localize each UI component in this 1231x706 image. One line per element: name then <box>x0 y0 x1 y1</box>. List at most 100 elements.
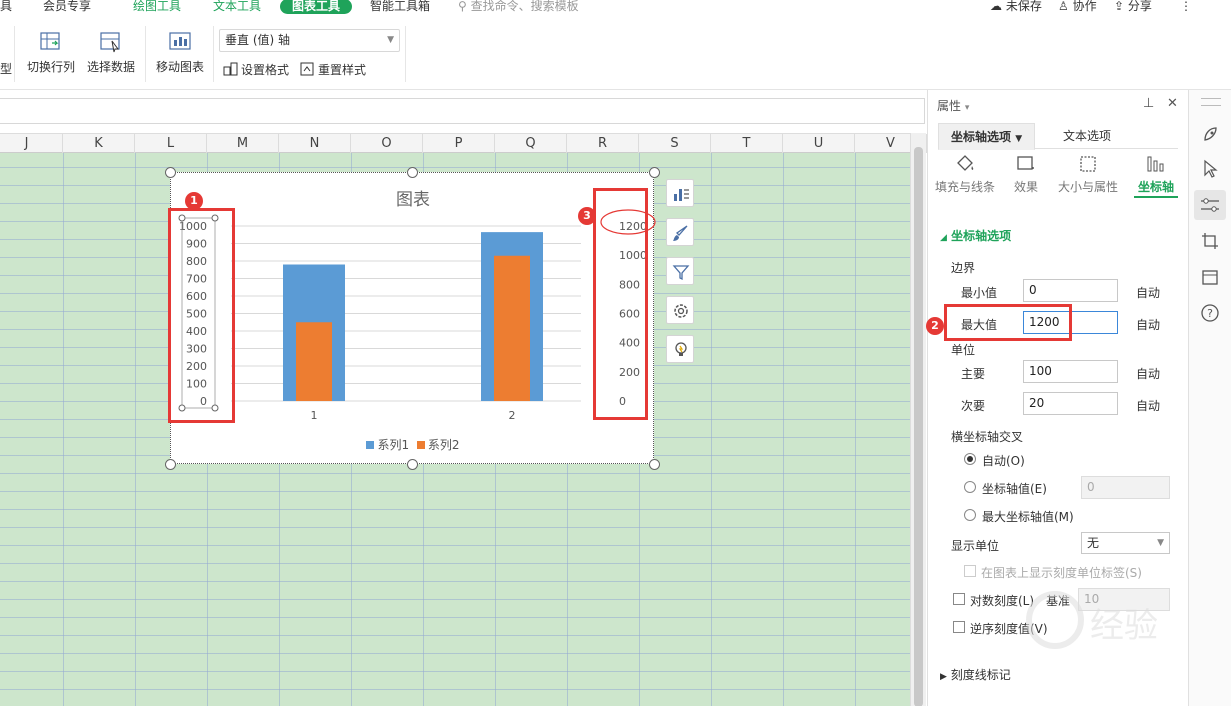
cross-value-radio[interactable] <box>964 481 976 493</box>
help-icon[interactable]: ? <box>1199 302 1221 324</box>
display-unit-select[interactable]: 无 ▼ <box>1081 532 1170 554</box>
collab-button[interactable]: ♙ 协作 <box>1058 0 1097 14</box>
sliders-icon <box>1201 198 1219 212</box>
collapse-triangle-icon: ◢ <box>940 233 947 243</box>
share-label: 分享 <box>1127 0 1152 13</box>
major-auto-button[interactable]: 自动 <box>1136 365 1160 382</box>
rocket-icon[interactable] <box>1199 124 1221 146</box>
column-header-cell[interactable]: R <box>567 134 639 153</box>
category-size-properties-label: 大小与属性 <box>1057 180 1118 194</box>
crop-icon[interactable] <box>1199 230 1221 252</box>
set-format-button[interactable]: 设置格式 <box>223 61 289 78</box>
move-chart-button[interactable]: 移动图表 <box>156 30 204 75</box>
cross-max-label[interactable]: 最大坐标轴值(M) <box>982 508 1074 525</box>
menu-tools[interactable]: 具 <box>0 0 12 14</box>
close-icon[interactable]: ✕ <box>1167 96 1178 111</box>
divider <box>213 26 214 82</box>
category-label: 2 <box>509 409 516 422</box>
minor-auto-button[interactable]: 自动 <box>1136 397 1160 414</box>
menu-member[interactable]: 会员专享 <box>43 0 91 14</box>
column-header-cell[interactable]: U <box>783 134 855 153</box>
vertical-scrollbar[interactable] <box>910 133 926 706</box>
switch-row-col-button[interactable]: 切换行列 <box>27 30 75 75</box>
display-unit-value: 无 <box>1087 536 1100 550</box>
unsaved-label: 未保存 <box>1005 0 1042 13</box>
cross-value-label[interactable]: 坐标轴值(E) <box>982 480 1047 497</box>
cross-max-radio[interactable] <box>964 509 976 521</box>
section-axis-options[interactable]: ◢ 坐标轴选项 <box>940 227 1011 244</box>
column-header-cell[interactable]: L <box>135 134 207 153</box>
menu-text-tools[interactable]: 文本工具 <box>213 0 261 14</box>
resize-handle[interactable] <box>407 459 418 470</box>
resize-handle[interactable] <box>165 459 176 470</box>
units-label: 单位 <box>951 343 976 357</box>
category-fill-line[interactable]: 填充与线条 <box>933 154 997 195</box>
min-value-input[interactable]: 0 <box>1023 279 1118 302</box>
category-effects[interactable]: 效果 <box>1006 154 1046 195</box>
search-input[interactable]: ⚲ 查找命令、搜索模板 <box>458 0 579 14</box>
column-header-cell[interactable]: P <box>423 134 495 153</box>
strip-handle-icon <box>1201 98 1221 106</box>
section-axis-options-label: 坐标轴选项 <box>951 229 1012 243</box>
divider <box>14 26 15 82</box>
column-header-cell[interactable]: O <box>351 134 423 153</box>
cross-auto-radio[interactable] <box>964 453 976 465</box>
formula-bar[interactable] <box>0 98 925 124</box>
category-axis[interactable]: 坐标轴 <box>1134 154 1178 198</box>
share-button[interactable]: ⇪ 分享 <box>1114 0 1152 14</box>
cross-value-input[interactable]: 0 <box>1081 476 1170 499</box>
annotation-ellipse <box>600 209 656 235</box>
legend-swatch <box>366 441 375 449</box>
resize-handle[interactable] <box>407 167 418 178</box>
chevron-down-icon: ▾ <box>964 103 970 113</box>
menu-smart-tools[interactable]: 智能工具箱 <box>370 0 430 14</box>
reset-style-button[interactable]: 重置样式 <box>300 61 366 78</box>
cloud-icon: ☁ <box>990 0 1002 13</box>
cross-auto-label[interactable]: 自动(O) <box>982 452 1025 469</box>
cursor-icon[interactable] <box>1199 158 1221 180</box>
category-label: 1 <box>311 409 318 422</box>
column-header-cell[interactable]: N <box>279 134 351 153</box>
chevron-down-icon: ▼ <box>1157 538 1164 548</box>
svg-text:?: ? <box>1207 307 1213 320</box>
chart-filter-button[interactable] <box>666 257 694 285</box>
max-auto-button[interactable]: 自动 <box>1136 316 1160 333</box>
legend[interactable]: 系列1 系列2 <box>171 436 655 453</box>
pin-icon[interactable]: ⊥ <box>1143 96 1154 111</box>
pane-title[interactable]: 属性 ▾ <box>937 97 969 114</box>
select-data-icon <box>100 32 120 53</box>
column-header-cell[interactable]: K <box>63 134 135 153</box>
column-header-cell[interactable]: M <box>207 134 279 153</box>
properties-toggle[interactable] <box>1194 190 1226 220</box>
resize-handle[interactable] <box>649 459 660 470</box>
category-size-properties[interactable]: 大小与属性 <box>1056 154 1120 195</box>
tab-text-options[interactable]: 文本选项 <box>1051 123 1123 150</box>
chart-tips-button[interactable] <box>666 335 694 363</box>
column-header-cell[interactable]: T <box>711 134 783 153</box>
more-icon[interactable]: ⋮ <box>1180 0 1192 14</box>
major-unit-input[interactable]: 100 <box>1023 360 1118 383</box>
resize-handle[interactable] <box>165 167 176 178</box>
menu-draw-tools[interactable]: 绘图工具 <box>133 0 181 14</box>
chart-type-button[interactable]: 型 <box>0 60 12 77</box>
minor-unit-input[interactable]: 20 <box>1023 392 1118 415</box>
resize-handle[interactable] <box>649 167 660 178</box>
column-header-cell[interactable]: S <box>639 134 711 153</box>
scroll-thumb[interactable] <box>914 147 923 706</box>
legend-swatch <box>416 441 425 449</box>
min-auto-button[interactable]: 自动 <box>1136 284 1160 301</box>
unsaved-button[interactable]: ☁ 未保存 <box>990 0 1042 14</box>
chart-settings-button[interactable] <box>666 296 694 324</box>
column-header-cell[interactable]: Q <box>495 134 567 153</box>
select-data-button[interactable]: 选择数据 <box>87 30 135 75</box>
cross-label: 横坐标轴交叉 <box>951 430 1024 444</box>
chart-element-select[interactable]: 垂直 (值) 轴 ▼ <box>219 29 400 52</box>
size-icon <box>1080 156 1096 172</box>
tab-axis-options[interactable]: 坐标轴选项 ▼ <box>938 123 1036 150</box>
chart-elements-button[interactable] <box>666 179 694 207</box>
menu-chart-tools[interactable]: 图表工具 <box>280 0 353 14</box>
box-icon[interactable] <box>1199 266 1221 288</box>
chart-style-button[interactable] <box>666 218 694 246</box>
column-header-cell[interactable]: J <box>0 134 63 153</box>
chevron-down-icon: ▼ <box>387 35 394 45</box>
